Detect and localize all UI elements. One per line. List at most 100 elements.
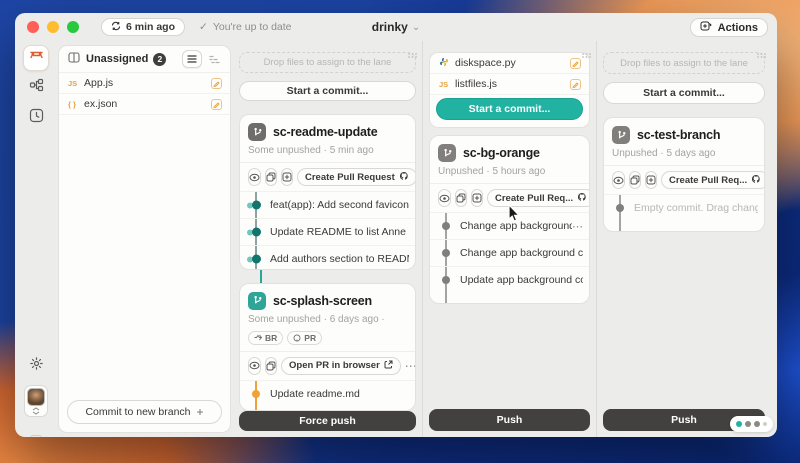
zoom-window-button[interactable] [67,21,79,33]
js-file-icon: JS [68,79,82,88]
extra-tool-button[interactable] [23,429,49,437]
project-name: drinky [372,20,408,34]
lane-sc-bg-orange: diskspace.py JS listfiles.js Start a c [422,41,596,437]
close-window-button[interactable] [27,21,39,33]
file-row[interactable]: diskspace.py [430,53,589,74]
open-pr-button[interactable]: Open PR in browser [281,357,401,375]
commit-row[interactable]: Add authors section to README file [240,245,415,270]
commit-list: Empty commit. Drag changes h... [604,194,764,231]
commit-row[interactable]: Update readme.md [240,380,415,407]
file-row[interactable]: JS listfiles.js [430,74,589,95]
create-pr-button[interactable]: Create Pull Request [297,168,416,186]
tree-view-toggle[interactable] [204,50,224,68]
branch-header[interactable]: sc-test-branch Unpushed · 5 days ago [604,118,764,165]
window-controls [27,21,79,33]
create-pr-button[interactable]: Create Pull Req... [487,189,590,207]
project-selector[interactable]: drinky ⌄ [372,20,420,34]
review-eye-button[interactable] [612,171,625,189]
start-commit-label: Start a commit... [469,103,551,115]
add-dependent-branch-button[interactable] [281,168,293,186]
page-dot[interactable] [745,421,751,427]
push-button[interactable]: Push [429,409,590,431]
lane-pagination[interactable] [730,416,773,432]
commit-message: feat(app): Add second favicon to ... [270,199,409,211]
add-dependent-branch-button[interactable] [471,189,483,207]
branch-name: sc-readme-update [273,125,377,139]
branch-actions: Open PR in browser ⋯ [240,351,415,380]
commit-marker-local [442,276,450,284]
branch-name: sc-test-branch [637,128,720,142]
branch-header[interactable]: sc-bg-orange Unpushed · 5 hours ago [430,136,589,183]
badge-label: BR [265,333,277,343]
github-icon [577,192,587,205]
branch-header[interactable]: sc-readme-update Some unpushed · 5 min a… [240,115,415,162]
branch-name: sc-bg-orange [463,146,540,160]
start-commit-label: Start a commit... [287,85,369,97]
commit-row[interactable]: Update app background color t... [430,266,589,293]
rail-workspace-button[interactable] [23,45,49,71]
add-dependent-branch-button[interactable] [645,171,657,189]
start-commit-button[interactable]: Start a commit... [436,98,583,120]
list-view-toggle[interactable] [182,50,202,68]
rail-bottom-group [23,353,49,437]
copy-branch-button[interactable] [265,168,277,186]
start-commit-button[interactable]: Start a commit... [603,82,765,104]
modified-status-icon [211,78,222,89]
branch-badges: BR PR [248,331,407,345]
page-dot[interactable] [763,422,767,426]
stack-connector-line [260,270,262,283]
commit-message: Change app background c... [460,220,572,232]
account-switcher[interactable] [24,385,48,417]
empty-commit-row[interactable]: Empty commit. Drag changes h... [604,194,764,221]
create-pr-label: Create Pull Req... [495,193,573,204]
copy-branch-button[interactable] [265,357,277,375]
commit-row[interactable]: Change app background color t... [430,239,589,266]
drop-zone[interactable]: Drop files to assign to the lane [239,52,416,73]
copy-branch-button[interactable] [629,171,641,189]
butler-icon [29,48,44,68]
rail-branches-button[interactable] [23,75,49,101]
commit-message: Add authors section to README file [270,253,409,265]
rail-history-button[interactable] [23,105,49,131]
lanes-container: Drop files to assign to the lane Start a… [233,41,777,437]
sync-button[interactable]: 6 min ago [101,18,185,36]
create-pr-button[interactable]: Create Pull Req... [661,171,765,189]
drag-handle-icon[interactable] [582,45,591,50]
review-eye-button[interactable] [248,168,261,186]
copy-branch-button[interactable] [455,189,467,207]
drag-handle-icon[interactable] [408,45,417,50]
page-dot-active[interactable] [736,421,742,427]
actions-button[interactable]: Actions [690,18,768,37]
up-to-date-label: You're up to date [213,21,292,33]
branch-icon [248,123,266,141]
commit-marker-local-remote [247,228,262,237]
start-commit-button[interactable]: Start a commit... [239,81,416,102]
commit-row[interactable]: Change app background c... ⋯ [430,212,589,239]
commit-more-button[interactable]: ⋯ [572,220,583,233]
file-row[interactable]: JS App.js [59,73,230,94]
file-row[interactable]: { } ex.json [59,94,230,115]
review-eye-button[interactable] [248,357,261,375]
unassigned-panel: Unassigned 2 JS App.js [58,45,231,433]
commit-list: feat(app): Add second favicon to ... Upd… [240,191,415,270]
commit-marker-local [442,249,450,257]
more-menu-button[interactable]: ⋯ [405,359,416,373]
branch-icon [612,126,630,144]
commit-row[interactable]: feat(app): Add second favicon to ... [240,191,415,218]
minimize-window-button[interactable] [47,21,59,33]
drop-zone[interactable]: Drop files to assign to the lane [603,52,765,74]
gitbutler-window: 6 min ago ✓ You're up to date drinky ⌄ A… [15,13,777,437]
force-push-button[interactable]: Force push [239,411,416,431]
plus-icon: + [197,405,204,419]
settings-button[interactable] [23,353,49,379]
page-dot[interactable] [754,421,760,427]
branch-header[interactable]: sc-splash-screen Some unpushed · 6 days … [240,284,415,351]
commit-list: Update readme.md [240,380,415,411]
commit-to-new-branch-button[interactable]: Commit to new branch + [67,400,222,424]
commit-rail-tail [619,221,764,231]
commit-row[interactable]: Update README to list Anne as pr... [240,218,415,245]
drag-handle-icon[interactable] [757,45,766,50]
target-icon [29,433,43,438]
commit-marker-local-remote [247,201,262,210]
review-eye-button[interactable] [438,189,451,207]
